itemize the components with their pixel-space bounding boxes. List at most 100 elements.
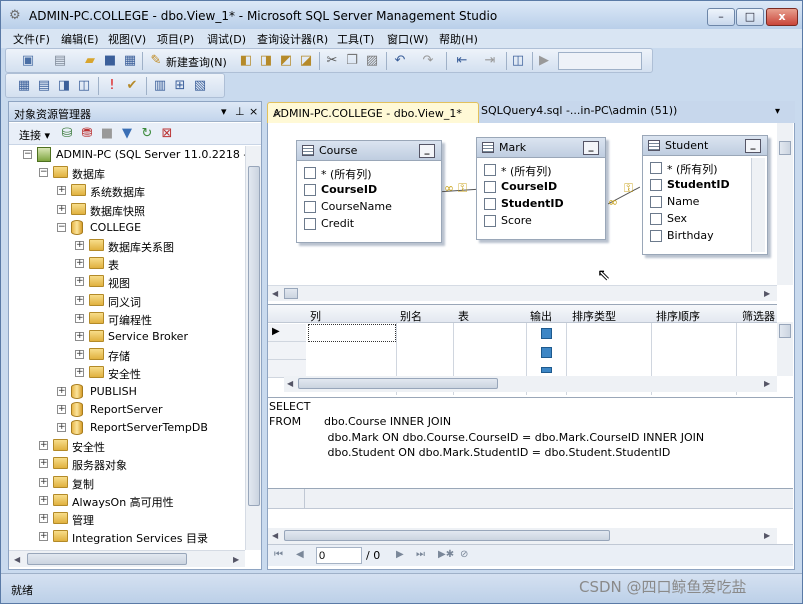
- column-checkbox[interactable]: [650, 162, 662, 174]
- menu-file[interactable]: 文件(F): [13, 31, 50, 47]
- auto-hide-pin-icon[interactable]: ⊥: [235, 105, 245, 118]
- menu-project[interactable]: 项目(P): [157, 31, 194, 47]
- tree-node[interactable]: + ReportServerTempDB: [9, 419, 245, 437]
- scroll-thumb[interactable]: [27, 553, 187, 565]
- tree-node[interactable]: − COLLEGE: [9, 219, 245, 237]
- diagram-pane[interactable]: Course _ * (所有列) CourseID CourseName Cre…: [268, 123, 777, 285]
- verify-sql-icon[interactable]: ✔: [124, 78, 140, 94]
- add-table-icon[interactable]: ⊞: [172, 78, 188, 94]
- menu-help[interactable]: 帮助(H): [439, 31, 478, 47]
- collapse-icon[interactable]: ⊠: [159, 126, 175, 142]
- expand-icon[interactable]: +: [75, 277, 84, 287]
- show-sql-pane-icon[interactable]: ◨: [56, 78, 72, 94]
- column-checkbox[interactable]: [484, 164, 496, 176]
- tree-node[interactable]: + Service Broker: [9, 328, 245, 346]
- db-engine-query-icon[interactable]: ◧: [238, 53, 254, 69]
- tab-list-dropdown-icon[interactable]: ▾: [775, 106, 780, 117]
- show-results-pane-icon[interactable]: ◫: [76, 78, 92, 94]
- filter-icon[interactable]: ▼: [119, 126, 135, 142]
- expand-icon[interactable]: +: [57, 386, 66, 396]
- disconnect-icon[interactable]: ⛃: [79, 126, 95, 142]
- save-icon[interactable]: ■: [102, 53, 118, 69]
- expand-icon[interactable]: +: [75, 259, 84, 269]
- menu-debug[interactable]: 调试(D): [207, 31, 246, 47]
- tree-node[interactable]: + 视图: [9, 273, 245, 291]
- tree-node[interactable]: + 安全性: [9, 364, 245, 382]
- tree-node[interactable]: + 数据库快照: [9, 201, 245, 219]
- new-query-icon[interactable]: ✎: [148, 53, 164, 69]
- activity-monitor-icon[interactable]: ◫: [510, 53, 526, 69]
- sql-pane[interactable]: SELECT FROM dbo.Course INNER JOIN dbo.Ma…: [268, 397, 793, 487]
- criteria-horizontal-scrollbar[interactable]: ◀ ▶: [284, 376, 777, 392]
- panel-close-icon[interactable]: ×: [249, 105, 258, 118]
- criteria-vertical-scrollbar[interactable]: [777, 322, 793, 376]
- menu-view[interactable]: 视图(V): [108, 31, 146, 47]
- results-horizontal-scrollbar[interactable]: ◀ ▶: [268, 528, 777, 544]
- expand-icon[interactable]: +: [75, 332, 84, 341]
- column-checkbox[interactable]: [304, 201, 316, 213]
- expand-icon[interactable]: +: [57, 186, 66, 196]
- refresh-icon[interactable]: ↻: [139, 126, 155, 142]
- scroll-thumb[interactable]: [298, 378, 498, 389]
- tree-node[interactable]: + 服务器对象: [9, 455, 245, 473]
- scroll-left-icon[interactable]: ◀: [14, 555, 20, 564]
- column-header-output[interactable]: 输出: [530, 308, 552, 324]
- expand-icon[interactable]: +: [75, 295, 84, 305]
- row-selector[interactable]: ▶: [268, 324, 306, 342]
- scroll-right-icon[interactable]: ▶: [764, 531, 770, 540]
- tree-node[interactable]: + AlwaysOn 高可用性: [9, 492, 245, 510]
- add-new-derived-table-icon[interactable]: ▧: [192, 78, 208, 94]
- expand-icon[interactable]: +: [57, 423, 66, 432]
- output-checkbox[interactable]: [541, 328, 552, 339]
- collapse-icon[interactable]: −: [57, 222, 66, 232]
- stop-query-icon[interactable]: ⊘: [460, 549, 468, 560]
- column-checkbox[interactable]: [484, 198, 496, 210]
- new-record-icon[interactable]: ▶✱: [438, 549, 454, 560]
- column-checkbox[interactable]: [650, 230, 662, 242]
- add-item-icon[interactable]: ▤: [52, 53, 68, 69]
- object-explorer-vertical-scrollbar[interactable]: [245, 146, 261, 550]
- expand-icon[interactable]: +: [75, 313, 84, 323]
- scroll-thumb[interactable]: [248, 166, 260, 506]
- undo-icon[interactable]: ↶: [392, 53, 408, 69]
- last-record-icon[interactable]: ⏭: [416, 549, 425, 560]
- show-criteria-pane-icon[interactable]: ▤: [36, 78, 52, 94]
- minimize-table-button[interactable]: _: [745, 139, 761, 153]
- tree-node[interactable]: + Integration Services 目录: [9, 528, 245, 546]
- column-checkbox[interactable]: [304, 167, 316, 179]
- tree-node[interactable]: + 同义词: [9, 292, 245, 310]
- scroll-left-icon[interactable]: ◀: [287, 379, 293, 388]
- tree-node[interactable]: − ADMIN-PC (SQL Server 11.0.2218 - a: [9, 146, 258, 164]
- first-record-icon[interactable]: ⏮: [274, 549, 283, 560]
- scroll-thumb[interactable]: [779, 141, 791, 155]
- table-mark[interactable]: Mark _ * (所有列) CourseID StudentID Score: [476, 137, 606, 240]
- tree-node[interactable]: − 数据库: [9, 164, 245, 182]
- new-query-button[interactable]: 新建查询(N): [166, 54, 227, 70]
- minimize-button[interactable]: –: [707, 8, 735, 26]
- expand-icon[interactable]: +: [39, 514, 48, 523]
- paste-icon[interactable]: ▨: [364, 53, 380, 69]
- column-header-sort-order[interactable]: 排序顺序: [656, 308, 700, 324]
- navigate-forward-icon[interactable]: ⇥: [482, 53, 498, 69]
- execute-sql-icon[interactable]: !: [104, 78, 120, 94]
- tab-sql-query[interactable]: SQLQuery4.sql -...in-PC\admin (51)): [481, 104, 677, 122]
- mdx-query-icon[interactable]: ◩: [278, 53, 294, 69]
- expand-icon[interactable]: +: [57, 404, 66, 414]
- collapse-icon[interactable]: −: [23, 150, 32, 159]
- output-checkbox[interactable]: [541, 347, 552, 358]
- show-diagram-pane-icon[interactable]: ▦: [16, 78, 32, 94]
- column-checkbox[interactable]: [484, 181, 496, 193]
- scroll-left-icon[interactable]: ◀: [272, 531, 278, 540]
- redo-icon[interactable]: ↷: [420, 53, 436, 69]
- expand-icon[interactable]: +: [75, 241, 84, 250]
- previous-record-icon[interactable]: ◀: [296, 549, 304, 560]
- minimize-table-button[interactable]: _: [419, 144, 435, 158]
- save-all-icon[interactable]: ▦: [122, 53, 138, 69]
- column-checkbox[interactable]: [650, 213, 662, 225]
- tree-node[interactable]: + 管理: [9, 510, 245, 528]
- output-checkbox[interactable]: [541, 367, 552, 373]
- column-header-alias[interactable]: 别名: [400, 308, 422, 324]
- column-header-column[interactable]: 列: [310, 308, 321, 324]
- tree-node[interactable]: + ReportServer: [9, 401, 245, 419]
- next-record-icon[interactable]: ▶: [396, 549, 404, 560]
